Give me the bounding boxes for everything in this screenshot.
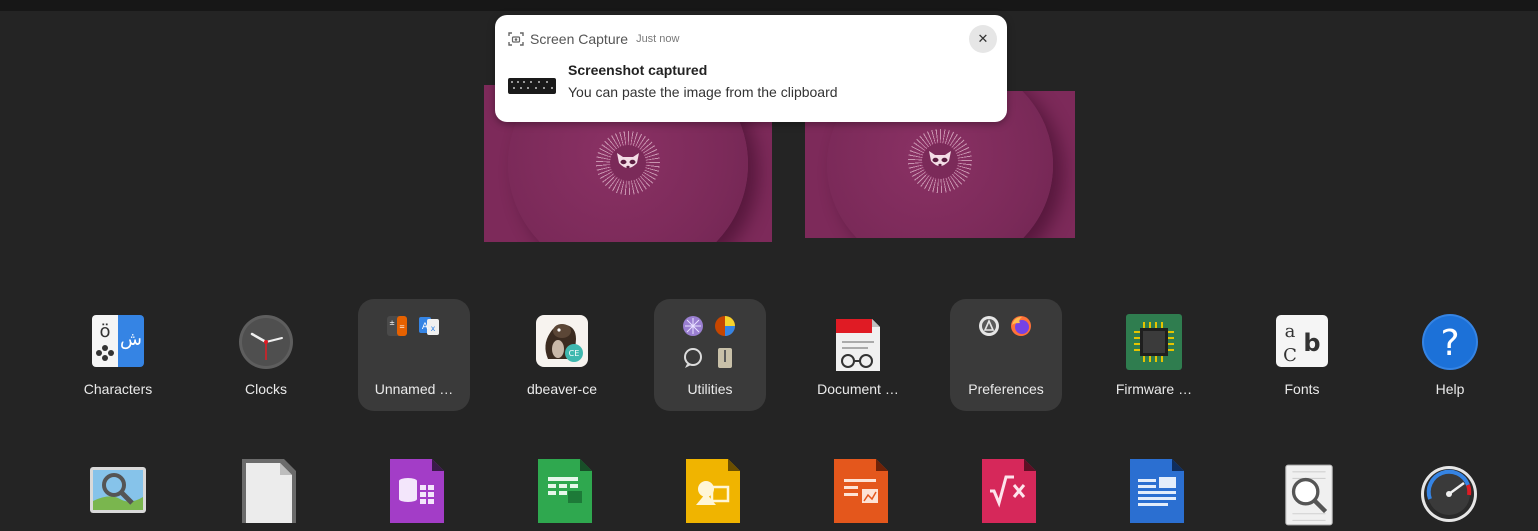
chat-bubble-icon — [684, 348, 702, 368]
translate-icon: A x — [419, 317, 439, 335]
clock-icon — [239, 315, 293, 369]
help-icon: ? — [1422, 314, 1478, 370]
characters-arabic-glyph: ش — [120, 329, 142, 350]
app-label: Document … — [817, 381, 899, 397]
disk-usage-icon[interactable] — [1420, 462, 1478, 526]
folder-label: Unnamed … — [374, 381, 454, 397]
app-label: dbeaver-ce — [526, 381, 598, 397]
notification-title: Screenshot captured — [568, 62, 708, 78]
app-fonts[interactable]: a C b Fonts — [1246, 299, 1358, 411]
libreoffice-writer-icon[interactable] — [1128, 459, 1186, 523]
top-bar — [0, 0, 1538, 11]
characters-latin-glyph: ö — [99, 321, 110, 342]
folder-label: Preferences — [968, 381, 1044, 397]
app-label: Characters — [83, 381, 153, 397]
libreoffice-base-icon[interactable] — [388, 459, 446, 523]
calculator-icon: ± = — [387, 316, 407, 336]
help-glyph: ? — [1440, 323, 1459, 364]
close-button[interactable]: ✕ — [969, 25, 997, 53]
app-help[interactable]: ? Help — [1394, 299, 1506, 411]
zip-archive-icon — [718, 348, 732, 368]
notification-header: Screen Capture Just now — [508, 30, 679, 48]
software-updates-icon — [979, 316, 999, 336]
folder-preferences[interactable]: Preferences — [950, 299, 1062, 411]
document-viewer-icon — [836, 319, 880, 371]
libreoffice-calc-icon[interactable] — [536, 459, 594, 523]
folder-utilities[interactable]: Utilities — [654, 299, 766, 411]
image-viewer-icon[interactable] — [90, 467, 148, 531]
svg-text:x: x — [431, 324, 436, 333]
notification-app-name: Screen Capture — [530, 31, 629, 47]
libreoffice-draw-icon[interactable] — [684, 459, 742, 523]
svg-text:=: = — [399, 323, 405, 331]
app-label: Help — [1435, 381, 1465, 397]
notification-banner[interactable]: Screen Capture Just now ✕ Screenshot cap… — [495, 15, 1007, 122]
screenshot-thumbnail — [508, 78, 556, 94]
search-document-icon[interactable] — [1280, 463, 1338, 527]
folder-unnamed[interactable]: ± = A x Unnamed … — [358, 299, 470, 411]
libreoffice-icon[interactable] — [240, 459, 298, 523]
characters-icon: ö ش — [92, 315, 144, 367]
app-label: Clocks — [244, 381, 287, 397]
app-characters[interactable]: ö ش Characters — [62, 299, 174, 411]
notification-body: You can paste the image from the clipboa… — [568, 84, 838, 100]
libreoffice-impress-icon[interactable] — [832, 459, 890, 523]
folder-label: Utilities — [687, 381, 733, 397]
firmware-icon — [1126, 314, 1182, 370]
fonts-glyph-b: b — [1303, 329, 1320, 357]
disk-usage-pie-icon — [715, 316, 735, 336]
screenshot-icon — [508, 32, 524, 46]
notification-time: Just now — [636, 33, 680, 45]
app-document-viewer[interactable]: Document … — [802, 299, 914, 411]
raccoon-logo-icon — [617, 153, 639, 169]
dbeaver-icon: CE — [536, 315, 588, 367]
fonts-icon: a C b — [1276, 315, 1328, 367]
dbeaver-badge: CE — [569, 349, 580, 358]
fonts-glyph-c: C — [1283, 345, 1297, 366]
libreoffice-math-icon[interactable] — [980, 459, 1038, 523]
fonts-glyph-a: a — [1285, 321, 1296, 342]
svg-text:±: ± — [389, 319, 395, 327]
app-label: Firmware … — [1115, 381, 1193, 397]
app-label: Fonts — [1284, 381, 1320, 397]
app-firmware[interactable]: Firmware … — [1098, 299, 1210, 411]
raccoon-logo-icon — [929, 151, 951, 167]
app-dbeaver-ce[interactable]: CE dbeaver-ce — [506, 299, 618, 411]
network-icon — [683, 316, 703, 336]
app-clocks[interactable]: Clocks — [210, 299, 322, 411]
firefox-icon — [1011, 316, 1031, 336]
svg-text:A: A — [422, 322, 429, 332]
close-icon: ✕ — [977, 31, 989, 46]
